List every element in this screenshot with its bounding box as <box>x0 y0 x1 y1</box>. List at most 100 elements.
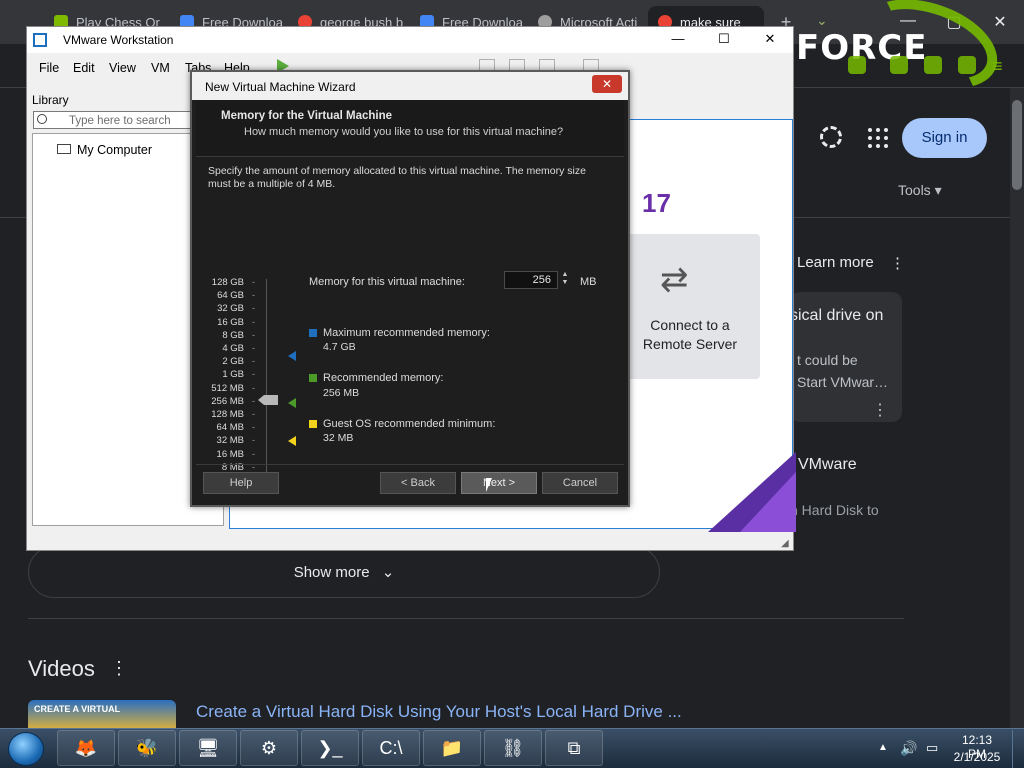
close-button[interactable]: ✕ <box>755 31 785 47</box>
taskbar-cmd-button[interactable]: C:\ <box>362 730 420 766</box>
divider <box>28 618 904 619</box>
extension-icon[interactable] <box>848 56 866 74</box>
extension-icon[interactable] <box>890 56 908 74</box>
result-snippet: n Hard Disk to <box>790 502 879 518</box>
menu-edit[interactable]: Edit <box>73 61 95 75</box>
answer-card-title: sical drive on <box>790 307 884 324</box>
show-hidden-icons-icon[interactable]: ▲ <box>878 742 888 753</box>
learn-more-link[interactable]: Learn more <box>797 254 874 271</box>
window-titlebar[interactable]: VMware Workstation — ☐ ✕ <box>27 27 793 53</box>
back-button[interactable]: < Back <box>380 472 456 494</box>
powershell-icon: ❯_ <box>317 738 343 758</box>
cmd-icon: C:\ <box>379 738 403 758</box>
swap-arrows-icon: ⇄ <box>660 261 689 299</box>
memory-scale-label: 16 MB <box>216 448 244 460</box>
more-options-icon[interactable]: ⋮ <box>110 658 128 679</box>
memory-scale-label: 128 GB <box>211 277 244 288</box>
legend-title-recommended: Recommended memory: <box>323 372 444 384</box>
menu-file[interactable]: File <box>39 61 59 75</box>
memory-scale-label: 64 GB <box>217 290 244 302</box>
library-item-my-computer[interactable]: My Computer <box>77 143 152 157</box>
browser-close-button[interactable]: ✕ <box>988 12 1012 32</box>
memory-value-input[interactable] <box>504 271 558 289</box>
minimize-button[interactable]: — <box>663 31 693 46</box>
legend-swatch-max <box>309 329 317 337</box>
result-heading[interactable]: VMware <box>798 456 857 474</box>
wizard-body: Specify the amount of memory allocated t… <box>196 156 624 489</box>
taskbar-explorer-button[interactable]: 📁 <box>423 730 481 766</box>
dialog-titlebar[interactable]: New Virtual Machine Wizard ✕ <box>192 72 628 100</box>
memory-scale-tick: - <box>252 382 255 393</box>
divider <box>196 464 624 465</box>
version-number: 17 <box>642 188 671 218</box>
memory-spinner[interactable]: ▲ ▼ <box>559 271 571 289</box>
tools-dropdown[interactable]: Tools ▾ <box>898 182 942 199</box>
menu-view[interactable]: View <box>109 61 136 75</box>
memory-scale-label: 2 GB <box>222 356 244 368</box>
legend-title-max: Maximum recommended memory: <box>323 327 490 339</box>
browser-menu-icon[interactable]: ≡ <box>992 56 1003 77</box>
window-title: VMware Workstation <box>63 33 174 47</box>
taskbar-vmware-button[interactable]: ⧉ <box>545 730 603 766</box>
search-placeholder: Type here to search <box>69 115 171 127</box>
answer-card-line: t could be <box>797 352 858 368</box>
firefox-icon: 🦊 <box>74 738 98 758</box>
memory-scale-label: 256 MB <box>211 395 244 407</box>
start-button[interactable] <box>8 732 44 766</box>
network-icon[interactable]: ▭ <box>926 740 938 756</box>
guest-minimum-marker-icon <box>288 436 296 446</box>
memory-scale-tick: - <box>252 369 255 380</box>
menu-vm[interactable]: VM <box>151 61 170 75</box>
sign-in-button[interactable]: Sign in <box>902 118 987 158</box>
taskbar-network-button[interactable]: ⛓ <box>484 730 542 766</box>
bee-icon: 🐝 <box>135 738 159 758</box>
volume-icon[interactable]: 🔊 <box>900 740 917 757</box>
dialog-title: New Virtual Machine Wizard <box>205 80 356 94</box>
show-more-button[interactable]: Show more ⌄ <box>28 546 660 598</box>
extension-icon[interactable] <box>924 56 942 74</box>
library-search-input[interactable]: Type here to search <box>33 111 193 129</box>
resize-grip-icon[interactable]: ◢ <box>781 538 789 549</box>
connect-remote-server-button[interactable] <box>620 234 760 379</box>
memory-scale-tick: - <box>252 343 255 353</box>
taskbar-bee-button[interactable]: 🐝 <box>118 730 176 766</box>
chevron-down-icon: ⌄ <box>381 564 395 581</box>
maximize-button[interactable]: ☐ <box>709 31 739 47</box>
memory-scale-tick: - <box>252 316 255 327</box>
legend-value-minimum: 32 MB <box>323 432 354 444</box>
answer-card-line: Start VMwar… <box>797 374 889 390</box>
wizard-step-subtitle: How much memory would you like to use fo… <box>244 126 564 138</box>
memory-scale-label: 32 GB <box>217 303 244 315</box>
more-options-icon[interactable]: ⋮ <box>872 400 888 420</box>
taskbar-firefox-button[interactable]: 🦊 <box>57 730 115 766</box>
search-icon <box>37 114 47 124</box>
taskbar-computer-button[interactable]: 🖥 <box>179 730 237 766</box>
tab-search-icon[interactable]: ⌄ <box>816 12 828 29</box>
computer-icon <box>57 144 71 154</box>
memory-scale-label: 1 GB <box>222 369 244 381</box>
explorer-icon: 📁 <box>440 738 464 758</box>
more-options-icon[interactable]: ⋮ <box>890 254 905 272</box>
help-button[interactable]: Help <box>203 472 279 494</box>
decorative-shape <box>740 472 796 532</box>
computer-icon: 🖥 <box>196 738 220 758</box>
cancel-button[interactable]: Cancel <box>542 472 618 494</box>
memory-slider-thumb[interactable] <box>258 395 278 405</box>
taskbar-settings-button[interactable]: ⚙ <box>240 730 298 766</box>
network-icon: ⛓ <box>501 738 525 758</box>
memory-scale-tick: - <box>252 448 255 459</box>
scrollbar-thumb[interactable] <box>1012 100 1022 190</box>
clock-date[interactable]: 2/1/2025 <box>952 750 1002 764</box>
show-desktop-button[interactable] <box>1012 730 1024 768</box>
legend-swatch-recommended <box>309 374 317 382</box>
settings-icon: ⚙ <box>260 738 278 758</box>
taskbar-powershell-button[interactable]: ❯_ <box>301 730 359 766</box>
memory-slider-track[interactable] <box>266 279 267 489</box>
new-vm-wizard-dialog: New Virtual Machine Wizard ✕ Memory for … <box>190 70 630 507</box>
next-button[interactable]: Next > <box>461 472 537 494</box>
video-title-link[interactable]: Create a Virtual Hard Disk Using Your Ho… <box>196 702 682 722</box>
apps-grid-icon[interactable] <box>868 128 888 148</box>
dialog-close-button[interactable]: ✕ <box>592 75 622 93</box>
settings-gear-icon[interactable] <box>820 126 842 148</box>
extension-icon[interactable] <box>958 56 976 74</box>
